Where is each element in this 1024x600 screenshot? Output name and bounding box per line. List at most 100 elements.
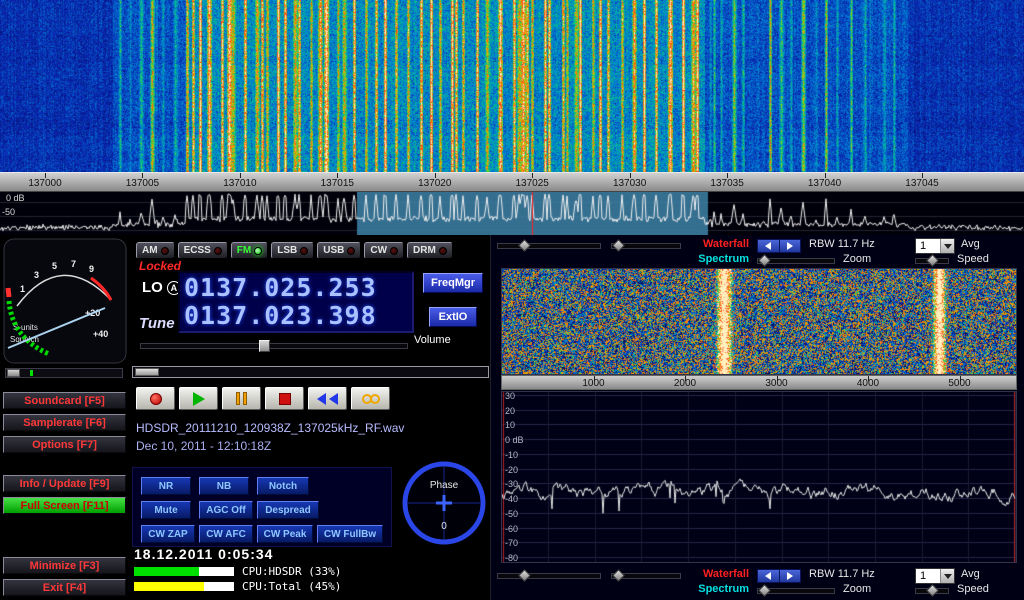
squelch-slider-thumb[interactable] [7,369,20,377]
cw-zap-button[interactable]: CW ZAP [141,525,195,543]
nb-button[interactable]: NB [199,477,249,495]
squelch-level-mark [30,370,33,376]
cpu-total-text: CPU:Total (45%) [242,580,341,593]
spectrum-label-bottom[interactable]: Spectrum [687,583,749,595]
spectrum-label-top[interactable]: Spectrum [687,253,749,265]
minimize-button[interactable]: Minimize [F3] [3,557,126,574]
slider-thumb[interactable] [612,239,625,252]
mode-ecss-label: ECSS [184,245,211,256]
volume-slider-thumb[interactable] [259,340,270,352]
despread-button[interactable]: Despread [257,501,319,519]
rewind-icon [317,393,326,405]
mode-drm-label: DRM [413,245,436,256]
samplerate-button[interactable]: Samplerate [F6] [3,414,126,431]
notch-button[interactable]: Notch [257,477,309,495]
stop-icon [279,393,291,405]
frequency-display[interactable]: 0137.025.253 0137.023.398 [178,271,414,333]
mode-fm[interactable]: FM [231,242,268,259]
slider-thumb[interactable] [612,569,625,582]
speed-slider-top[interactable] [915,258,949,264]
mode-drm[interactable]: DRM [407,242,453,259]
squelch-slider[interactable] [5,368,123,378]
extio-button[interactable]: ExtIO [429,307,477,327]
combo-dropdown-icon[interactable] [940,569,954,583]
playback-position-thumb[interactable] [135,368,159,376]
freqmgr-button[interactable]: FreqMgr [423,273,483,293]
cpu-hdsdr-text: CPU:HDSDR (33%) [242,565,341,578]
mode-usb[interactable]: USB [317,242,361,259]
main-waterfall-display[interactable] [0,0,1024,172]
hz-tick-label: 5000 [940,378,980,389]
combo-dropdown-icon[interactable] [940,239,954,253]
play-button[interactable] [179,387,218,410]
waterfall-label-bottom[interactable]: Waterfall [687,568,749,580]
loop-button[interactable] [351,387,390,410]
led-bar-red-segment [8,288,9,297]
stop-button[interactable] [265,387,304,410]
wf-contrast-slider-top[interactable] [497,243,601,249]
dsp-panel: NR NB Notch Mute AGC Off Despread CW ZAP… [132,467,392,547]
fullscreen-button[interactable]: Full Screen [F11] [3,497,126,514]
lo-frequency-value[interactable]: 0137.025.253 [184,274,408,302]
mute-button[interactable]: Mute [141,501,191,519]
avg-select-top[interactable]: 1 [915,238,955,254]
pause-button[interactable] [222,387,261,410]
audio-spectrum-display[interactable]: 3020100 dB-10-20-30-40-50-60-70-80 [501,391,1017,563]
arrow-left-icon[interactable] [758,570,780,582]
speed-slider-bottom[interactable] [915,588,949,594]
mode-cw[interactable]: CW [364,242,404,259]
wf-brightness-slider-top[interactable] [611,243,681,249]
avg-select-bottom[interactable]: 1 [915,568,955,584]
audio-waterfall-display[interactable] [501,268,1017,375]
arrow-right-icon[interactable] [780,240,801,252]
slider-thumb[interactable] [758,584,771,597]
waterfall-label-top[interactable]: Waterfall [687,238,749,250]
rewind-button[interactable] [308,387,347,410]
record-button[interactable] [136,387,175,410]
slider-thumb[interactable] [518,569,531,582]
frequency-scale[interactable]: 1370001370051370101370151370201370251370… [0,172,1024,192]
slider-thumb[interactable] [758,254,771,267]
mode-ecss[interactable]: ECSS [178,242,228,259]
shift-arrows-top[interactable] [757,239,801,253]
db-tick-label: 20 [505,406,515,416]
cw-fullbw-button[interactable]: CW FullBw [317,525,383,543]
phase-label: Phase [430,480,459,491]
slider-thumb[interactable] [926,584,939,597]
arrow-right-icon[interactable] [780,570,801,582]
slider-thumb[interactable] [518,239,531,252]
wf-contrast-slider-bottom[interactable] [497,573,601,579]
avg-value-top: 1 [916,239,940,253]
main-spectrum-canvas[interactable] [0,192,1024,235]
info-update-button[interactable]: Info / Update [F9] [3,475,126,492]
main-spectrum-display[interactable]: 0 dB -50 [0,192,1024,235]
freq-tick-label: 137045 [896,178,948,189]
mode-am-led-icon [161,247,169,255]
soundcard-button[interactable]: Soundcard [F5] [3,392,126,409]
agc-off-button[interactable]: AGC Off [199,501,253,519]
s-meter-tick-9: 9 [89,264,94,274]
options-button[interactable]: Options [F7] [3,436,126,453]
hz-tick-label: 2000 [665,378,705,389]
mode-am[interactable]: AM [136,242,175,259]
slider-thumb[interactable] [926,254,939,267]
audio-spectrum-canvas[interactable] [502,392,1016,562]
playback-position-slider[interactable] [132,366,489,378]
volume-slider[interactable] [140,343,408,349]
zoom-slider-bottom[interactable] [757,588,835,594]
arrow-left-icon[interactable] [758,240,780,252]
zoom-slider-top[interactable] [757,258,835,264]
cw-peak-button[interactable]: CW Peak [257,525,313,543]
lo-label-row: LO A [142,279,181,296]
db-tick-label: -40 [505,494,518,504]
right-axis[interactable]: 10002000300040005000 [501,375,1017,390]
phase-scope[interactable]: Phase 0 [400,459,488,547]
mode-lsb[interactable]: LSB [271,242,314,259]
tune-frequency-value[interactable]: 0137.023.398 [184,302,408,330]
cw-afc-button[interactable]: CW AFC [199,525,253,543]
nr-button[interactable]: NR [141,477,191,495]
wf-brightness-slider-bottom[interactable] [611,573,681,579]
exit-button[interactable]: Exit [F4] [3,579,126,596]
shift-arrows-bottom[interactable] [757,569,801,583]
mode-am-label: AM [142,245,158,256]
